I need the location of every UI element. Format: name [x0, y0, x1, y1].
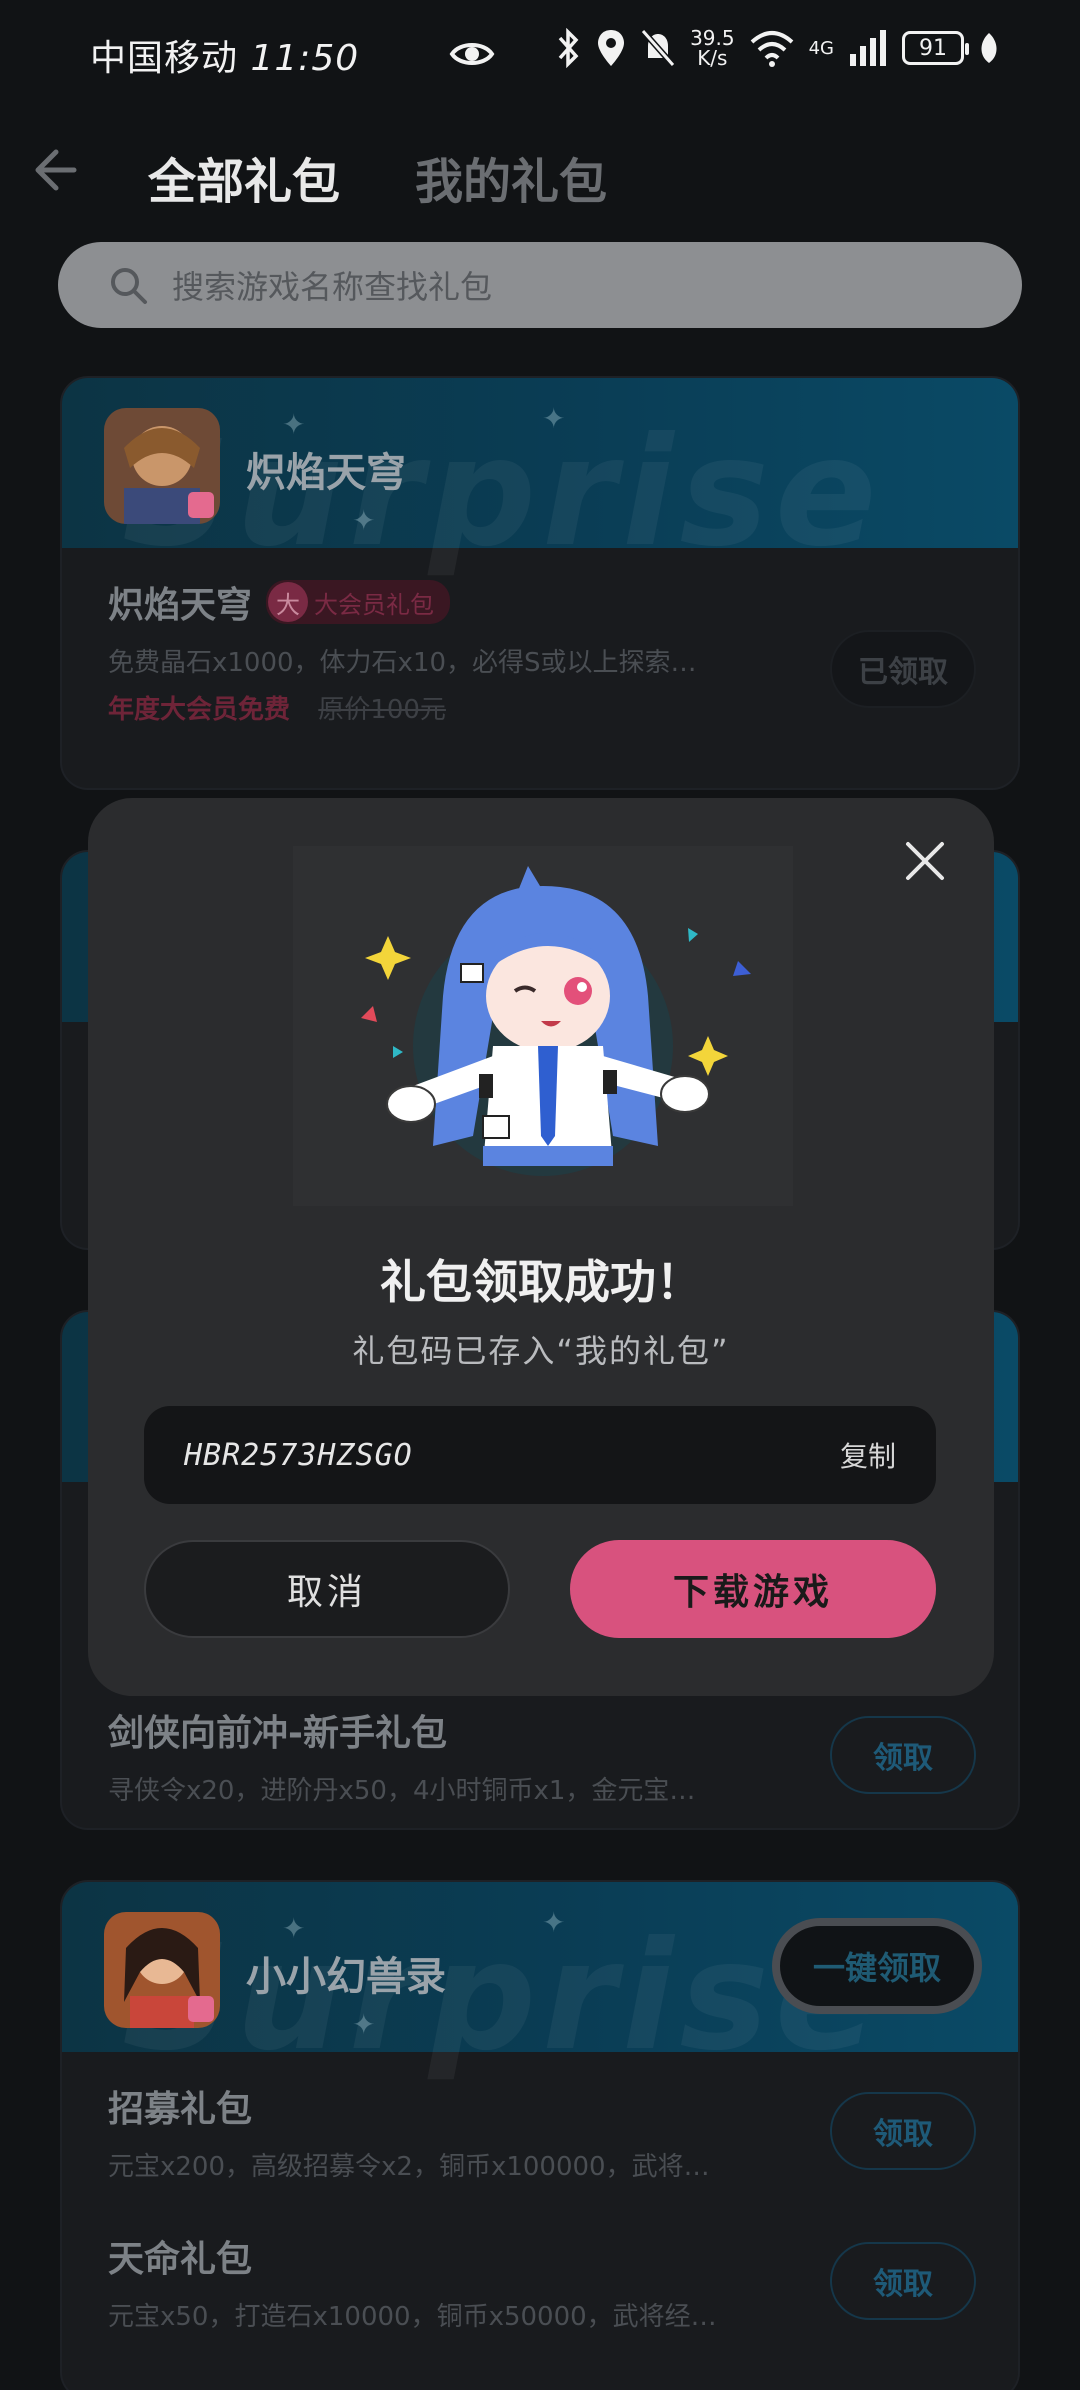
game-title: 炽焰天穹 — [246, 450, 406, 496]
vip-icon: 大 — [268, 582, 309, 622]
copy-button[interactable]: 复制 — [840, 1435, 896, 1475]
dialog-title: 礼包领取成功！ — [380, 1255, 702, 1309]
gift-row: 炽焰天穹 大 大会员礼包 免费晶石x1000，体力石x10，必得S或以上探索… … — [62, 548, 1018, 788]
sparkle-icon: ✦ — [282, 408, 306, 441]
claimed-button[interactable]: 已领取 — [830, 630, 976, 708]
gift-code: HBR2573HZSGO — [184, 1437, 413, 1473]
card-header: Surprise ✦ ✦ ✦ 小小幻兽录 一键领取 — [62, 1882, 1018, 2084]
leaf-icon — [981, 33, 997, 63]
claim-all-button[interactable]: 一键领取 — [772, 1918, 982, 2014]
mascot-illustration — [293, 846, 793, 1206]
bluetooth-icon — [558, 28, 579, 68]
game-card: Surprise ✦ ✦ ✦ 炽焰天穹 炽焰天穹 大 大会员礼包 免费晶石x10… — [60, 376, 1020, 790]
tab-all-gifts[interactable]: 全部礼包 — [148, 142, 340, 212]
dialog-subtitle: 礼包码已存入“我的礼包” — [352, 1332, 730, 1370]
claim-button[interactable]: 领取 — [830, 2092, 976, 2170]
sparkle-icon: ✦ — [542, 402, 566, 435]
claim-button[interactable]: 领取 — [830, 1716, 976, 1794]
gift-name: 炽焰天穹 大 大会员礼包 — [108, 576, 972, 628]
signal-icon — [850, 30, 886, 66]
game-icon[interactable] — [104, 1912, 220, 2028]
claim-button[interactable]: 领取 — [830, 2242, 976, 2320]
search-placeholder: 搜索游戏名称查找礼包 — [172, 268, 493, 306]
vip-badge: 大 大会员礼包 — [266, 580, 451, 624]
carrier-label: 中国移动 11:50 — [90, 38, 360, 79]
net-type: 4G — [808, 37, 834, 59]
cancel-button[interactable]: 取消 — [144, 1540, 510, 1638]
wifi-icon — [750, 31, 793, 67]
sparkle-icon: ✦ — [542, 1906, 566, 1939]
gift-desc: 免费晶石x1000，体力石x10，必得S或以上探索… — [108, 648, 697, 678]
game-card: Surprise ✦ ✦ ✦ 小小幻兽录 一键领取 招募礼包 元宝x200，高级… — [60, 1880, 1020, 2390]
battery-icon: 91 — [902, 31, 969, 65]
game-title: 小小幻兽录 — [246, 1954, 446, 2000]
sparkle-icon: ✦ — [282, 1912, 306, 1945]
gift-desc: 寻侠令x20，进阶丹x50，4小时铜币x1，金元宝… — [108, 1776, 696, 1806]
back-arrow-icon[interactable] — [30, 140, 90, 200]
gift-row: 招募礼包 元宝x200，高级招募令x2，铜币x100000，武将… 领取 — [62, 2052, 1018, 2202]
gift-desc: 元宝x50，打造石x10000，铜币x50000，武将经… — [108, 2302, 717, 2332]
close-icon[interactable] — [900, 836, 950, 886]
location-icon — [598, 30, 625, 66]
gift-code-box: HBR2573HZSGO 复制 — [144, 1406, 936, 1504]
card-header: Surprise ✦ ✦ ✦ 炽焰天穹 — [62, 378, 1018, 580]
download-game-button[interactable]: 下载游戏 — [570, 1540, 936, 1638]
tab-my-gifts[interactable]: 我的礼包 — [415, 142, 607, 212]
sparkle-icon: ✦ — [352, 504, 376, 537]
gift-row: 天命礼包 元宝x50，打造石x10000，铜币x50000，武将经… 领取 — [62, 2202, 1018, 2352]
search-bar[interactable]: 搜索游戏名称查找礼包 — [58, 242, 1022, 328]
gift-desc: 元宝x200，高级招募令x2，铜币x100000，武将… — [108, 2152, 710, 2182]
gift-row: 剑侠向前冲-新手礼包 寻侠令x20，进阶丹x50，4小时铜币x1，金元宝… 领取 — [62, 1676, 1018, 1826]
eye-icon — [449, 43, 495, 65]
status-icons: 39.5 K/s 4G 91 — [556, 28, 1000, 68]
mute-bell-icon — [640, 29, 676, 67]
status-bar: 中国移动 11:50 39.5 K/s 4G 91 — [0, 0, 1080, 110]
search-icon — [111, 268, 147, 304]
game-icon[interactable] — [104, 408, 220, 524]
gift-success-dialog: 礼包领取成功！ 礼包码已存入“我的礼包” HBR2573HZSGO 复制 取消 … — [88, 798, 994, 1696]
sparkle-icon: ✦ — [352, 2008, 376, 2041]
network-speed: 39.5 K/s — [690, 26, 735, 70]
